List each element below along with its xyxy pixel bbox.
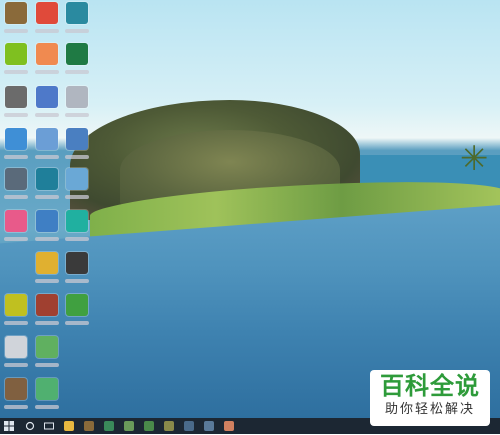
desktop-icon-label — [35, 237, 59, 241]
desktop-icon-label — [4, 237, 28, 241]
taskbar-app-8[interactable] — [204, 421, 214, 431]
desktop-icon-12[interactable] — [66, 128, 88, 150]
desktop-icon-15[interactable] — [66, 168, 88, 190]
desktop-icon-label — [35, 363, 59, 367]
desktop-icon-16[interactable] — [5, 210, 27, 232]
desktop-icon-14[interactable] — [36, 168, 58, 190]
desktop-icon-label — [4, 113, 28, 117]
desktop-icon-label — [4, 155, 28, 159]
windows-icon[interactable] — [3, 420, 15, 432]
desktop-icon-7[interactable] — [5, 86, 27, 108]
desktop-icon-27[interactable] — [36, 378, 58, 400]
taskbar-app-9[interactable] — [224, 421, 234, 431]
desktop-icon-4[interactable] — [5, 43, 27, 65]
desktop-icon-label — [65, 155, 89, 159]
desktop-icon-label — [65, 195, 89, 199]
task-view-icon[interactable] — [43, 420, 55, 432]
desktop-icon-22[interactable] — [36, 294, 58, 316]
desktop-icon-18[interactable] — [66, 210, 88, 232]
watermark-title: 百科全说 — [380, 371, 480, 400]
desktop-icon-excel[interactable] — [66, 43, 88, 65]
desktop-icon-5[interactable] — [36, 43, 58, 65]
desktop-icon-label — [35, 70, 59, 74]
desktop-icon-label — [65, 321, 89, 325]
desktop-icon-label — [4, 321, 28, 325]
desktop-icon-label — [35, 155, 59, 159]
desktop-icon-10[interactable] — [5, 128, 27, 150]
watermark-subtitle: 助你轻松解决 — [384, 402, 475, 417]
desktop-icon-19[interactable] — [36, 252, 58, 274]
desktop-icon-label — [65, 279, 89, 283]
desktop-icon-1[interactable] — [5, 2, 27, 24]
desktop-icon-label — [65, 70, 89, 74]
desktop-icon-13[interactable] — [5, 168, 27, 190]
palm-tree-icon: ✳ — [460, 139, 489, 179]
desktop-icon-label — [4, 195, 28, 199]
desktop-icon-21[interactable] — [5, 294, 27, 316]
taskbar-app-5[interactable] — [144, 421, 154, 431]
desktop-icon-label — [35, 405, 59, 409]
desktop-icon-label — [65, 29, 89, 33]
desktop-icon-label — [65, 113, 89, 117]
desktop-icon-label — [4, 363, 28, 367]
desktop-icon-label — [35, 29, 59, 33]
desktop-icon-23[interactable] — [66, 294, 88, 316]
desktop-icon-25[interactable] — [36, 336, 58, 358]
taskbar-app-7[interactable] — [184, 421, 194, 431]
desktop-icon-label — [35, 279, 59, 283]
desktop-icon-2[interactable] — [36, 2, 58, 24]
desktop-icon-label — [4, 405, 28, 409]
taskbar-file-explorer[interactable] — [64, 421, 74, 431]
desktop-icon-label — [65, 237, 89, 241]
desktop-icon-24[interactable] — [5, 336, 27, 358]
desktop-icon-26[interactable] — [5, 378, 27, 400]
desktop-icon-11[interactable] — [36, 128, 58, 150]
taskbar-app-3[interactable] — [104, 421, 114, 431]
desktop-icon-label — [35, 113, 59, 117]
taskbar-app-4[interactable] — [124, 421, 134, 431]
taskbar-app-2[interactable] — [84, 421, 94, 431]
search-icon[interactable] — [24, 420, 36, 432]
desktop-icon-label — [35, 195, 59, 199]
desktop-icon-8[interactable] — [36, 86, 58, 108]
desktop-icon-label — [4, 29, 28, 33]
taskbar-app-6[interactable] — [164, 421, 174, 431]
desktop-icon-3[interactable] — [66, 2, 88, 24]
baike-watermark: 百科全说 助你轻松解决 — [370, 370, 490, 426]
desktop-icon-17[interactable] — [36, 210, 58, 232]
desktop-icon-20[interactable] — [66, 252, 88, 274]
desktop-icon-label — [4, 70, 28, 74]
desktop-icon-9[interactable] — [66, 86, 88, 108]
desktop-icon-label — [35, 321, 59, 325]
